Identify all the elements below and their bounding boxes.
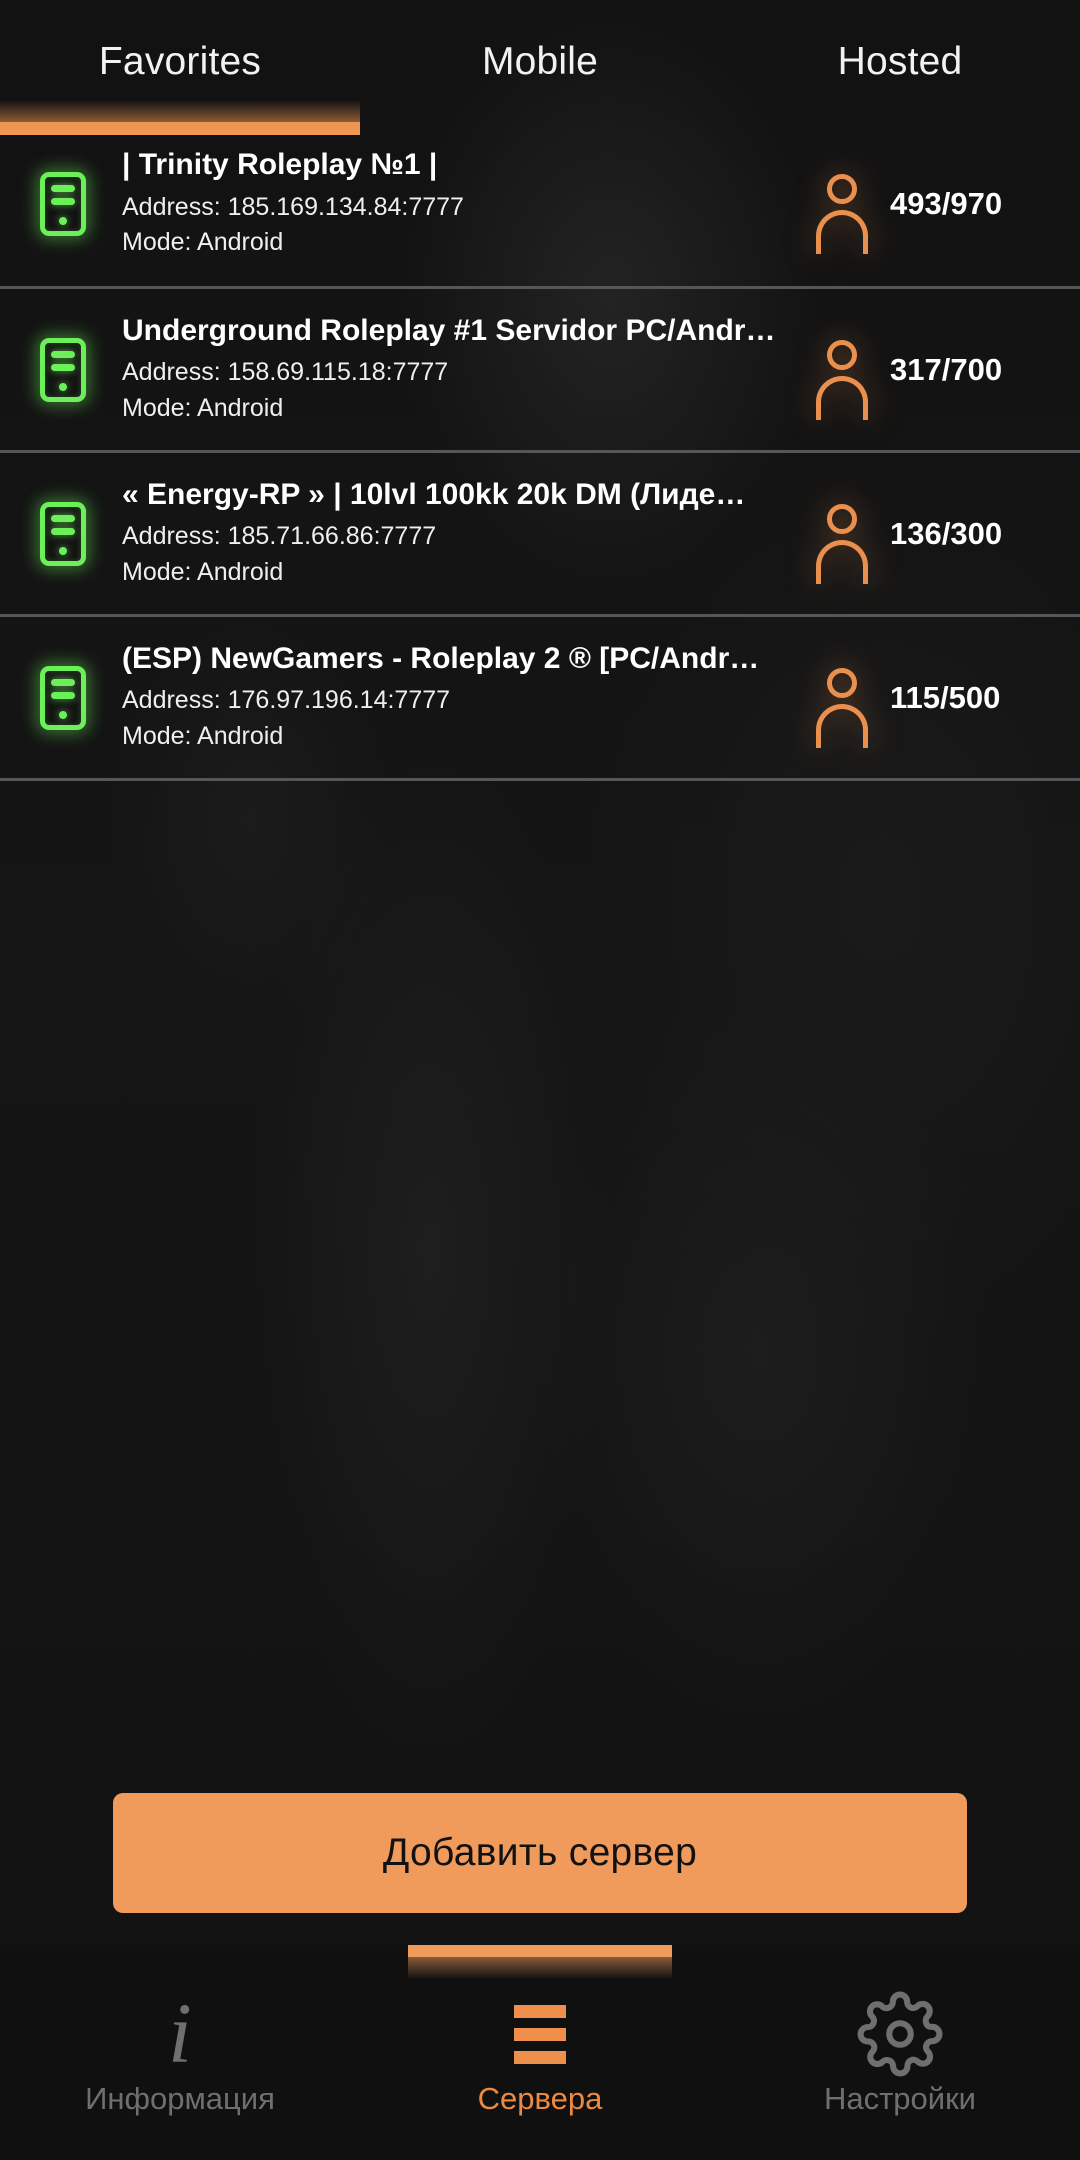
server-mode: Mode: Android: [122, 393, 284, 422]
tab-active-indicator: [0, 100, 360, 135]
player-count-group: 317/700: [814, 338, 1054, 420]
server-mode: Mode: Android: [122, 557, 284, 586]
player-count-group: 115/500: [814, 666, 1054, 748]
nav-label-information: Информация: [85, 2081, 275, 2116]
server-name: | Trinity Roleplay №1 |: [122, 148, 438, 182]
server-mode: Mode: Android: [122, 721, 284, 750]
server-name: « Energy-RP » | 10lvl 100kk 20k DM (Лиде…: [122, 477, 746, 511]
server-info: (ESP) NewGamers - Roleplay 2 ® [PC/Andr……: [100, 641, 814, 754]
person-icon: [814, 172, 870, 254]
list-bottom-divider: [0, 778, 1080, 781]
tab-mobile[interactable]: Mobile: [360, 42, 720, 81]
nav-item-settings[interactable]: Настройки: [720, 1945, 1080, 2160]
add-server-container: Добавить сервер: [0, 1793, 1080, 1913]
player-count: 493/970: [890, 186, 1003, 221]
server-tower-icon: [40, 665, 86, 730]
player-count: 115/500: [890, 679, 1001, 715]
nav-item-servers[interactable]: Сервера: [360, 1945, 720, 2160]
info-icon: i: [168, 1985, 192, 2082]
player-count-group: 136/300: [814, 502, 1054, 584]
player-count: 317/700: [890, 351, 1003, 387]
app-root: Favorites Mobile Hosted | Trinity Rolepl…: [0, 0, 1080, 2160]
person-icon: [814, 666, 870, 748]
server-list: | Trinity Roleplay №1 | Address: 185.169…: [0, 122, 1080, 781]
person-icon: [814, 502, 870, 584]
server-mode: Mode: Android: [122, 228, 284, 257]
menu-icon: [514, 1991, 566, 2077]
server-address: Address: 158.69.115.18:7777: [122, 358, 449, 387]
gear-icon: [857, 1991, 943, 2077]
nav-label-settings: Настройки: [823, 2081, 976, 2116]
server-name: Underground Roleplay #1 Servidor PC/Andr…: [122, 313, 776, 347]
server-name: (ESP) NewGamers - Roleplay 2 ® [PC/Andr…: [122, 641, 760, 675]
tab-favorites[interactable]: Favorites: [0, 42, 360, 81]
server-status-slot: [26, 501, 100, 566]
server-tower-icon: [40, 501, 86, 566]
tab-hosted[interactable]: Hosted: [720, 42, 1080, 81]
table-row[interactable]: Underground Roleplay #1 Servidor PC/Andr…: [0, 286, 1080, 450]
server-address: Address: 185.71.66.86:7777: [122, 522, 437, 551]
add-server-button[interactable]: Добавить сервер: [113, 1793, 967, 1913]
server-status-slot: [26, 337, 100, 402]
player-count: 136/300: [890, 515, 1003, 551]
nav-label-servers: Сервера: [477, 2081, 603, 2116]
server-status-slot: [26, 665, 100, 730]
player-count-group: 493/970: [814, 172, 1054, 254]
table-row[interactable]: | Trinity Roleplay №1 | Address: 185.169…: [0, 122, 1080, 286]
person-icon: [814, 338, 870, 420]
server-info: Underground Roleplay #1 Servidor PC/Andr…: [100, 313, 814, 426]
bottom-navigation-bar: i Информация Сервера Настройки: [0, 1945, 1080, 2160]
server-info: « Energy-RP » | 10lvl 100kk 20k DM (Лиде…: [100, 477, 814, 590]
server-status-slot: [26, 172, 100, 236]
table-row[interactable]: (ESP) NewGamers - Roleplay 2 ® [PC/Andr……: [0, 614, 1080, 778]
server-address: Address: 176.97.196.14:7777: [122, 686, 451, 715]
server-info: | Trinity Roleplay №1 | Address: 185.169…: [100, 147, 814, 260]
server-tower-icon: [40, 172, 86, 236]
server-address: Address: 185.169.134.84:7777: [122, 192, 464, 221]
nav-active-indicator: [408, 1945, 672, 1979]
nav-item-information[interactable]: i Информация: [0, 1945, 360, 2160]
server-tower-icon: [40, 337, 86, 402]
table-row[interactable]: « Energy-RP » | 10lvl 100kk 20k DM (Лиде…: [0, 450, 1080, 614]
